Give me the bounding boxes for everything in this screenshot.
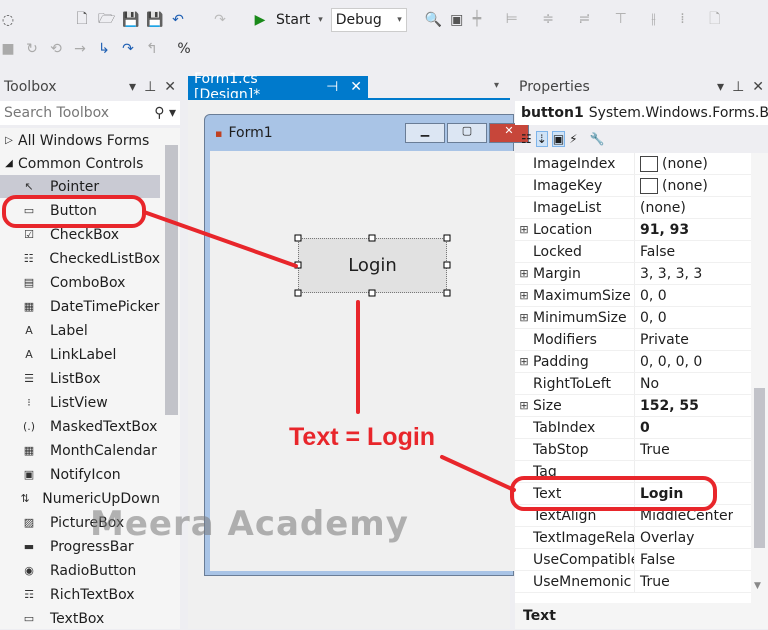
scrollbar-thumb[interactable] bbox=[754, 388, 765, 548]
property-name: ImageIndex bbox=[533, 153, 635, 174]
property-row[interactable]: TabIndex 0 bbox=[515, 417, 751, 439]
property-name: ImageList bbox=[533, 197, 635, 218]
expand-icon[interactable]: ⊞ bbox=[515, 355, 533, 368]
property-row[interactable]: Locked False bbox=[515, 241, 751, 263]
property-value[interactable]: 91, 93 bbox=[640, 222, 689, 238]
property-name: Margin bbox=[533, 263, 635, 284]
property-description: Text bbox=[515, 603, 768, 629]
property-name: TextAlign bbox=[533, 505, 635, 526]
property-name: Tag bbox=[533, 461, 635, 482]
events-icon[interactable]: ⚡ bbox=[569, 132, 577, 146]
property-value[interactable]: MiddleCenter bbox=[640, 508, 733, 524]
resize-handle[interactable] bbox=[368, 234, 376, 242]
properties-toolbar: ☷ ⇣ ▣ ⚡ 🔧 bbox=[515, 127, 768, 151]
property-value[interactable]: No bbox=[640, 376, 659, 392]
property-name: TabIndex bbox=[533, 417, 635, 438]
property-value[interactable]: True bbox=[640, 442, 670, 458]
property-value[interactable]: True bbox=[640, 574, 670, 590]
properties-icon[interactable]: ▣ bbox=[551, 131, 566, 147]
expand-icon[interactable]: ⊞ bbox=[515, 223, 533, 236]
property-name: TextImageRelat bbox=[533, 527, 635, 548]
property-value[interactable]: 152, 55 bbox=[640, 398, 699, 414]
property-row[interactable]: ⊞ MaximumSize 0, 0 bbox=[515, 285, 751, 307]
property-name: Padding bbox=[533, 351, 635, 372]
property-row[interactable]: ⊞ Size 152, 55 bbox=[515, 395, 751, 417]
property-name: MinimumSize bbox=[533, 307, 635, 328]
property-name: UseCompatible bbox=[533, 549, 635, 570]
property-row[interactable]: TextImageRelat Overlay bbox=[515, 527, 751, 549]
properties-scrollbar[interactable]: ▼ bbox=[751, 153, 768, 603]
annotation-text: Text = Login bbox=[289, 423, 436, 451]
property-row[interactable]: UseMnemonic True bbox=[515, 571, 751, 593]
property-pages-icon[interactable]: 🔧 bbox=[590, 132, 605, 146]
property-value[interactable]: (none) bbox=[662, 156, 708, 172]
scroll-down-icon[interactable]: ▼ bbox=[754, 581, 761, 591]
resize-handle[interactable] bbox=[368, 289, 376, 297]
watermark: Meera Academy bbox=[90, 504, 409, 544]
dropdown-icon[interactable]: ▾ bbox=[717, 79, 724, 95]
image-swatch bbox=[640, 155, 658, 172]
property-value[interactable]: 0, 0 bbox=[640, 288, 667, 304]
property-value[interactable]: 0, 0, 0, 0 bbox=[640, 354, 702, 370]
property-row[interactable]: ⊞ Location 91, 93 bbox=[515, 219, 751, 241]
property-value[interactable]: False bbox=[640, 244, 675, 260]
description-title: Text bbox=[523, 608, 556, 624]
property-row[interactable]: Text Login bbox=[515, 483, 751, 505]
property-value[interactable]: False bbox=[640, 552, 675, 568]
expand-icon[interactable]: ⊞ bbox=[515, 289, 533, 302]
property-name: Location bbox=[533, 219, 635, 240]
expand-icon[interactable]: ⊞ bbox=[515, 399, 533, 412]
properties-header: Properties ▾ ⊥ ✕ bbox=[515, 76, 768, 98]
object-type: System.Windows.Forms.But bbox=[588, 105, 768, 121]
property-name: TabStop bbox=[533, 439, 635, 460]
expand-icon[interactable]: ⊞ bbox=[515, 267, 533, 280]
property-row[interactable]: TabStop True bbox=[515, 439, 751, 461]
property-value[interactable]: 0, 0 bbox=[640, 310, 667, 326]
categorized-icon[interactable]: ☷ bbox=[521, 132, 532, 146]
property-row[interactable]: ⊞ Padding 0, 0, 0, 0 bbox=[515, 351, 751, 373]
property-name: MaximumSize bbox=[533, 285, 635, 306]
property-name: UseMnemonic bbox=[533, 571, 635, 592]
property-row[interactable]: ImageList (none) bbox=[515, 197, 751, 219]
property-name: Text bbox=[533, 483, 635, 504]
property-value[interactable]: Login bbox=[640, 486, 683, 502]
resize-handle[interactable] bbox=[443, 289, 451, 297]
property-row[interactable]: ⊞ Margin 3, 3, 3, 3 bbox=[515, 263, 751, 285]
property-row[interactable]: ImageIndex (none) bbox=[515, 153, 751, 175]
image-swatch bbox=[640, 177, 658, 194]
properties-title: Properties bbox=[519, 79, 590, 95]
property-name: RightToLeft bbox=[533, 373, 635, 394]
property-row[interactable]: ⊞ MinimumSize 0, 0 bbox=[515, 307, 751, 329]
property-row[interactable]: Modifiers Private bbox=[515, 329, 751, 351]
property-name: Size bbox=[533, 395, 635, 416]
resize-handle[interactable] bbox=[294, 261, 302, 269]
object-name: button1 bbox=[521, 105, 584, 121]
property-value[interactable]: Overlay bbox=[640, 530, 694, 546]
pin-icon[interactable]: ⊥ bbox=[732, 79, 744, 95]
resize-handle[interactable] bbox=[443, 234, 451, 242]
property-name: Modifiers bbox=[533, 329, 635, 350]
property-row[interactable]: RightToLeft No bbox=[515, 373, 751, 395]
resize-handle[interactable] bbox=[294, 289, 302, 297]
property-value[interactable]: (none) bbox=[662, 178, 708, 194]
resize-handle[interactable] bbox=[294, 234, 302, 242]
alphabetical-icon[interactable]: ⇣ bbox=[535, 131, 548, 147]
property-row[interactable]: TextAlign MiddleCenter bbox=[515, 505, 751, 527]
expand-icon[interactable]: ⊞ bbox=[515, 311, 533, 324]
object-selector[interactable]: button1 System.Windows.Forms.But bbox=[515, 101, 768, 125]
property-value[interactable]: (none) bbox=[640, 200, 686, 216]
resize-handle[interactable] bbox=[443, 261, 451, 269]
property-name: Locked bbox=[533, 241, 635, 262]
close-icon[interactable]: ✕ bbox=[752, 79, 764, 95]
property-value[interactable]: 0 bbox=[640, 420, 650, 436]
property-row[interactable]: ImageKey (none) bbox=[515, 175, 751, 197]
property-value[interactable]: 3, 3, 3, 3 bbox=[640, 266, 702, 282]
property-value[interactable]: Private bbox=[640, 332, 689, 348]
property-row[interactable]: UseCompatible False bbox=[515, 549, 751, 571]
property-name: ImageKey bbox=[533, 175, 635, 196]
property-row[interactable]: Tag bbox=[515, 461, 751, 483]
